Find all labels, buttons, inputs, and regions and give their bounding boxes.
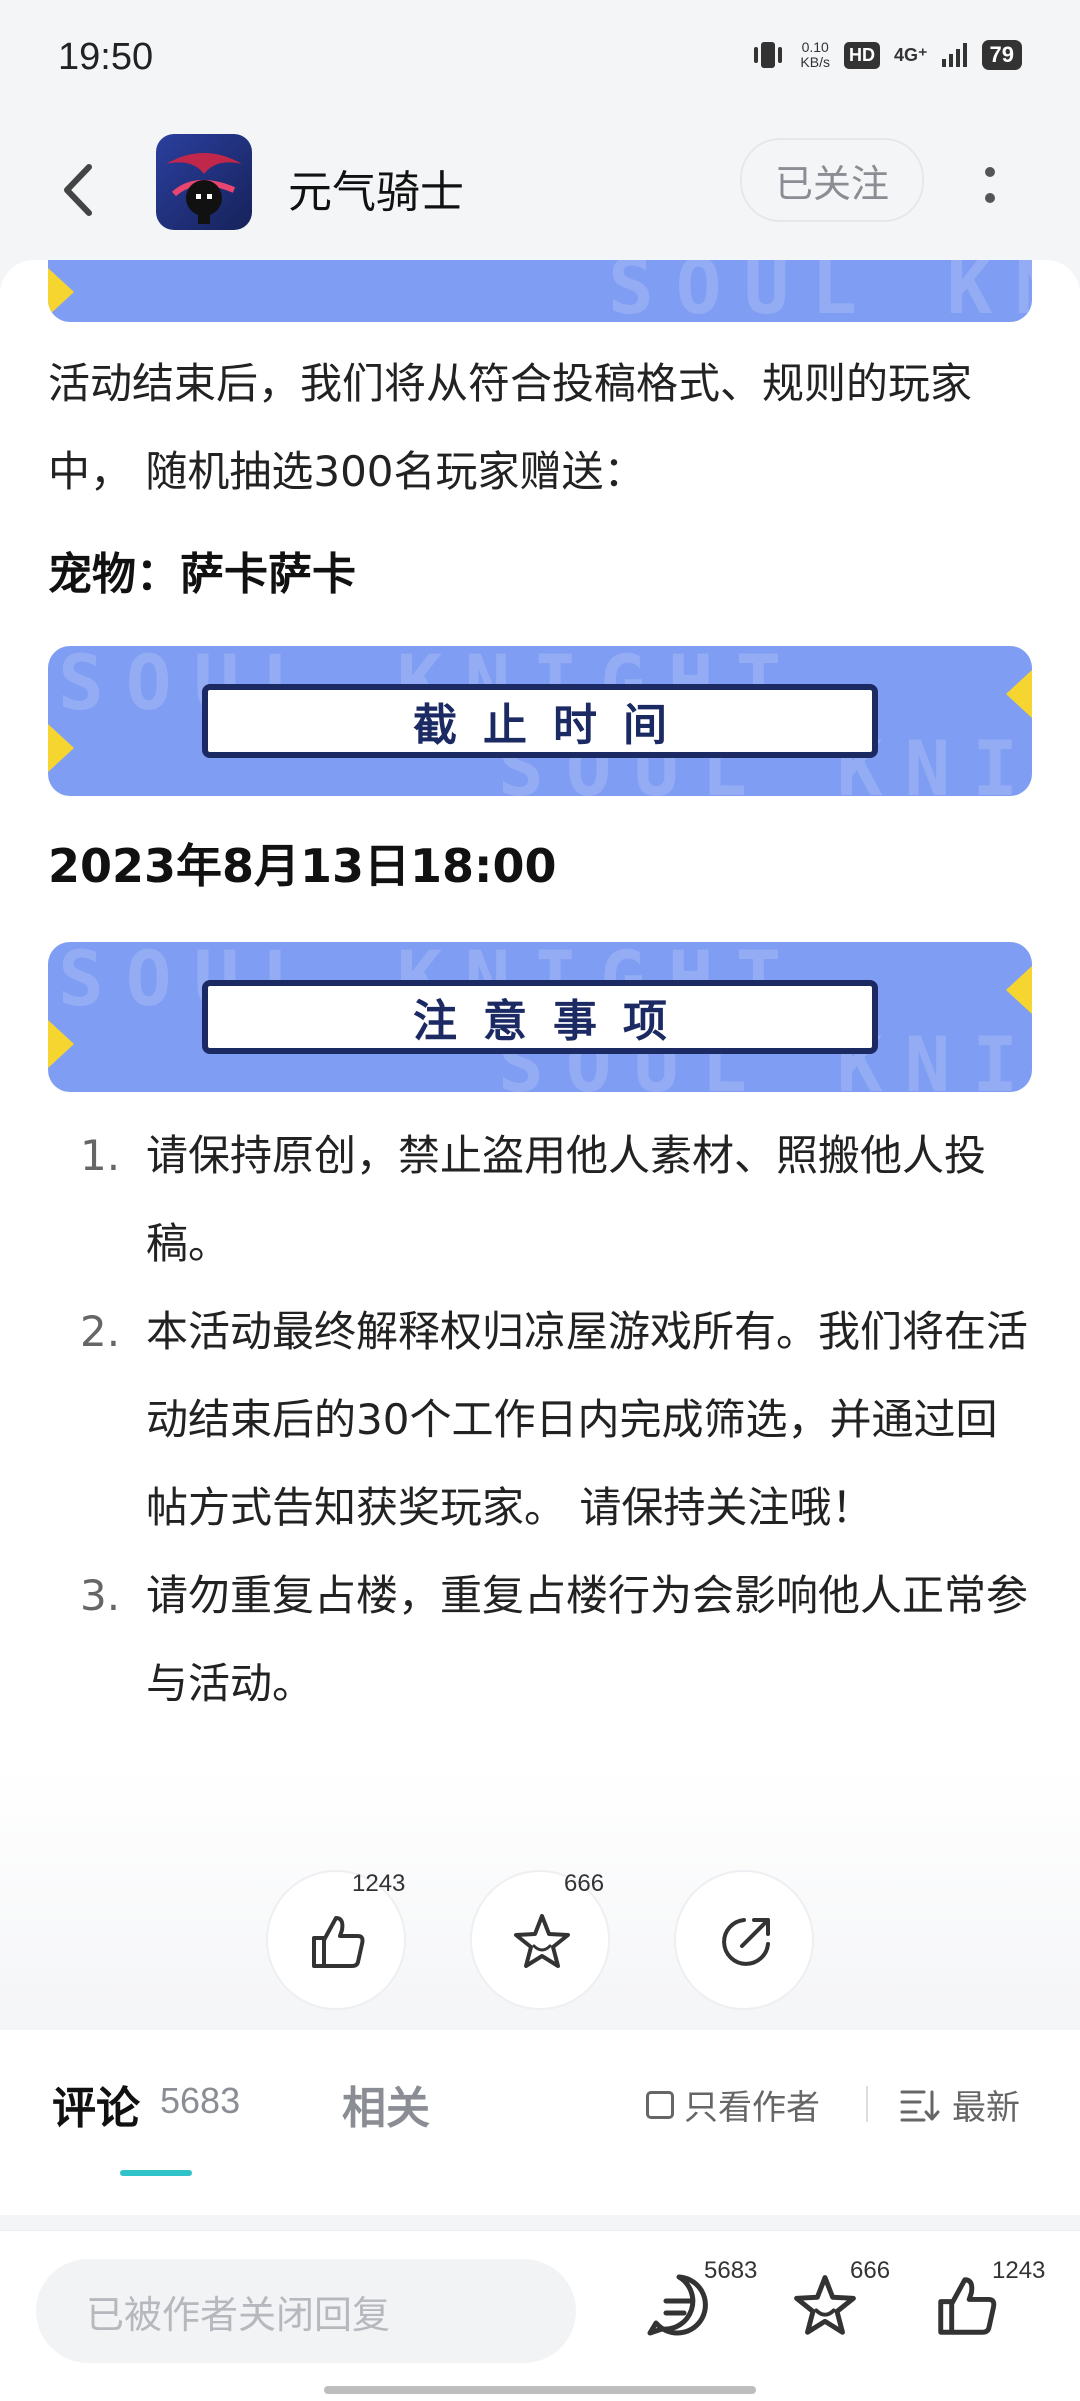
bottom-favorite-button[interactable]: 666 xyxy=(790,2257,890,2351)
tab-related[interactable]: 相关 xyxy=(342,2072,430,2136)
active-tab-indicator xyxy=(120,2170,192,2176)
list-item: 1. 请保持原创，禁止盗用他人素材、照搬他人投稿。 xyxy=(80,1131,987,1268)
post-actions: 1243 666 xyxy=(0,1870,1080,2010)
top-header: 元气骑士 已关注 xyxy=(0,120,1080,260)
knight-logo-icon xyxy=(156,134,252,230)
network-speed: 0.10 KB/s xyxy=(800,39,830,70)
comment-tabs: 评论 5683 相关 只看作者 最新 xyxy=(0,2030,1080,2215)
bottom-bar: 已被作者关闭回复 5683 666 1243 xyxy=(0,2230,1080,2401)
back-arrow-icon[interactable] xyxy=(55,155,105,225)
tab-comments[interactable]: 评论 xyxy=(52,2072,140,2136)
status-time: 19:50 xyxy=(58,36,154,78)
sort-icon xyxy=(900,2090,940,2121)
deadline-banner: SOUL KNIGHT SOUL KNIGHT 截止时间 xyxy=(48,646,1032,796)
like-count: 1243 xyxy=(992,2257,1046,2284)
app-logo[interactable] xyxy=(156,134,252,230)
favorite-button[interactable]: 666 xyxy=(470,1870,610,2010)
like-button[interactable]: 1243 xyxy=(266,1870,406,2010)
follow-button[interactable]: 已关注 xyxy=(740,138,924,222)
notes-banner-title: 注意事项 xyxy=(413,996,693,1047)
network-type: 4G⁺ xyxy=(894,44,928,65)
deadline-banner-title: 截止时间 xyxy=(413,700,693,751)
partial-banner: SOUL KNIGHT xyxy=(48,260,1032,322)
like-count: 1243 xyxy=(352,1870,406,1897)
favorite-count: 666 xyxy=(564,1870,605,1897)
notes-banner: SOUL KNIGHT SOUL KNIGHT 注意事项 xyxy=(48,942,1032,1092)
hd-badge: HD xyxy=(844,41,880,69)
list-item: 2. 本活动最终解释权归凉屋游戏所有。我们将在活动结束后的30个工作日内完成筛选… xyxy=(80,1307,1029,1532)
thumbs-up-icon xyxy=(312,1916,365,1968)
more-options-icon[interactable] xyxy=(975,150,1005,220)
bottom-like-button[interactable]: 1243 xyxy=(932,2257,1045,2351)
share-icon xyxy=(722,1918,770,1966)
status-icons: 0.10 KB/s HD 4G⁺ 79 xyxy=(750,40,1022,70)
home-indicator xyxy=(324,2386,756,2394)
divider xyxy=(866,2086,868,2122)
vibrate-icon xyxy=(754,42,783,68)
favorite-count: 666 xyxy=(850,2257,891,2284)
comment-count: 5683 xyxy=(704,2257,758,2284)
checkbox[interactable] xyxy=(646,2090,674,2119)
notes-list: 1. 请保持原创，禁止盗用他人素材、照搬他人投稿。 2. 本活动最终解释权归凉屋… xyxy=(80,1112,1030,1728)
prize-pet: 宠物：萨卡萨卡 xyxy=(48,549,356,600)
app-name[interactable]: 元气骑士 xyxy=(288,156,464,220)
prize-paragraph: 活动结束后，我们将从符合投稿格式、规则的玩家中， 随机抽选300名玩家赠送： xyxy=(48,359,973,496)
comment-button[interactable]: 5683 xyxy=(644,2257,757,2351)
signal-icon xyxy=(941,43,967,67)
star-icon xyxy=(514,1914,570,1968)
only-author-toggle[interactable]: 只看作者 xyxy=(646,2080,820,2129)
list-item: 3. 请勿重复占楼，重复占楼行为会影响他人正常参与活动。 xyxy=(80,1571,1029,1708)
reply-input[interactable]: 已被作者关闭回复 xyxy=(36,2259,576,2363)
battery-level: 79 xyxy=(981,40,1022,70)
status-bar: 19:50 0.10 KB/s HD 4G⁺ 79 xyxy=(0,0,1080,120)
share-button[interactable] xyxy=(674,1870,814,2010)
comments-count: 5683 xyxy=(160,2080,241,2121)
sort-newest-button[interactable]: 最新 xyxy=(900,2080,1020,2129)
deadline-date: 2023年8月13日18:00 xyxy=(48,839,557,893)
